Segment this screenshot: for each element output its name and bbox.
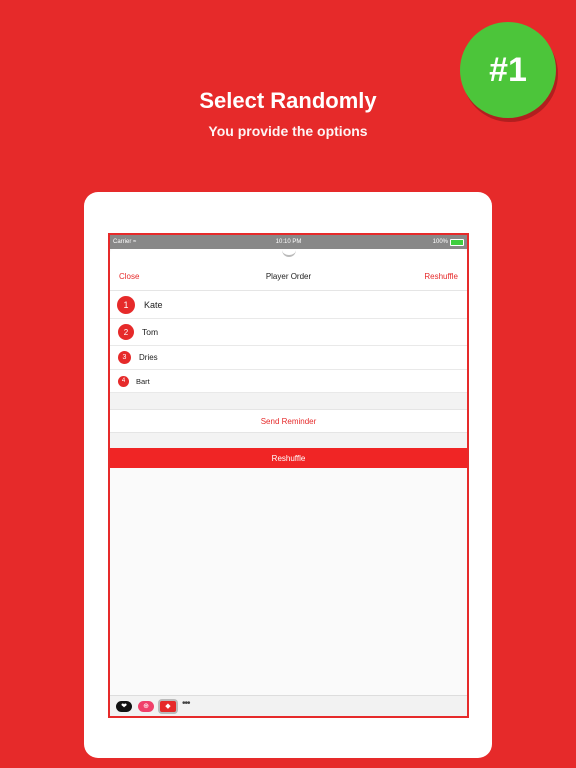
reshuffle-button[interactable]: Reshuffle [110,448,467,468]
list-item[interactable]: 4 Bart [110,370,467,393]
order-number-badge: 2 [118,324,134,340]
promo-subline: You provide the options [208,123,368,139]
battery-icon [450,238,464,246]
player-name: Tom [142,327,159,337]
player-name: Bart [136,376,150,386]
app-screen: Carrier ≈ 10:10 PM 100% Close Player Ord… [108,233,469,718]
player-name: Kate [144,299,163,310]
order-number-badge: 1 [117,295,135,314]
status-time: 10:10 PM [275,239,302,245]
list-item[interactable]: 2 Tom [110,319,467,346]
search-app-icon[interactable]: ⊕ [138,700,154,712]
rank-badge: #1 [460,22,556,118]
player-name: Dries [139,353,158,362]
status-bar: Carrier ≈ 10:10 PM 100% [110,235,467,249]
navigation-bar: Close Player Order Reshuffle [110,262,467,291]
send-reminder-button[interactable]: Send Reminder [110,410,467,433]
page-title: Player Order [265,271,312,281]
list-item[interactable]: 1 Kate [110,291,467,319]
more-apps-icon[interactable]: ••• [182,699,190,709]
section-spacer [110,433,467,448]
order-number-badge: 4 [118,375,129,387]
list-item[interactable]: 3 Dries [110,346,467,370]
player-list: 1 Kate 2 Tom 3 Dries 4 Bart [110,291,467,393]
reshuffle-nav-button[interactable]: Reshuffle [424,272,458,281]
sheet-handle[interactable] [110,248,467,262]
close-button[interactable]: Close [119,272,139,281]
order-number-badge: 3 [118,351,131,364]
chevron-down-icon[interactable] [281,250,296,257]
heart-app-icon[interactable]: ❤ [116,700,132,712]
app-tray: ❤ ⊕ ◆ ••• [110,695,467,716]
section-spacer [110,393,467,410]
dice-app-icon[interactable]: ◆ [160,700,176,712]
